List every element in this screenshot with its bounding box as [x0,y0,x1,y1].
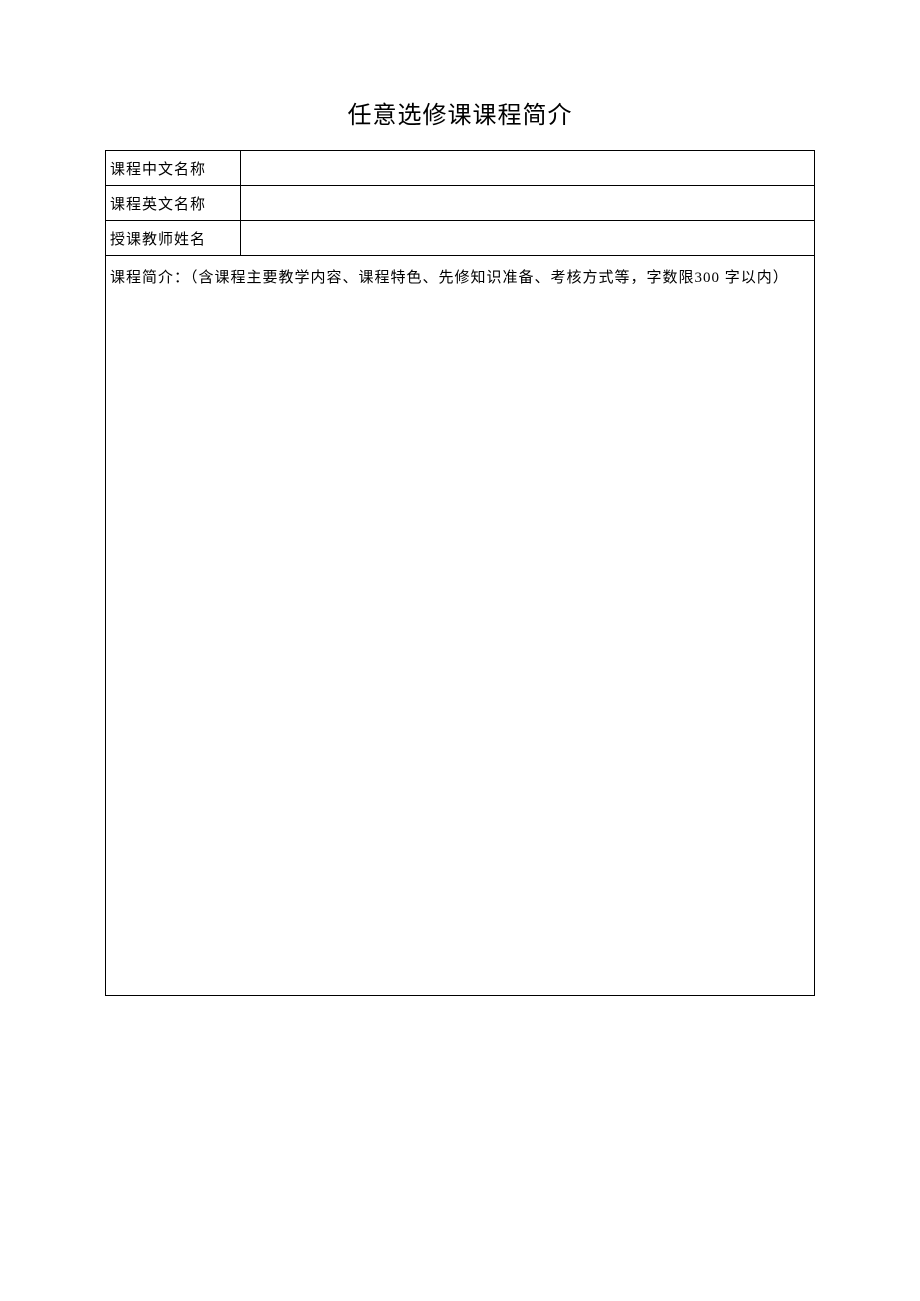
value-chinese-name[interactable] [241,151,815,186]
row-teacher-name: 授课教师姓名 [106,221,815,256]
row-description: 课程简介：（含课程主要教学内容、课程特色、先修知识准备、考核方式等，字数限300… [106,256,815,996]
label-english-name: 课程英文名称 [106,186,241,221]
description-label: 课程简介：（含课程主要教学内容、课程特色、先修知识准备、考核方式等，字数限300… [110,270,789,286]
page-title: 任意选修课课程简介 [105,95,815,130]
value-teacher-name[interactable] [241,221,815,256]
label-chinese-name: 课程中文名称 [106,151,241,186]
course-form-table: 课程中文名称 课程英文名称 授课教师姓名 课程简介：（含课程主要教学内容、课程特… [105,150,815,996]
description-cell[interactable]: 课程简介：（含课程主要教学内容、课程特色、先修知识准备、考核方式等，字数限300… [106,256,815,996]
value-english-name[interactable] [241,186,815,221]
row-chinese-name: 课程中文名称 [106,151,815,186]
label-teacher-name: 授课教师姓名 [106,221,241,256]
page-container: 任意选修课课程简介 课程中文名称 课程英文名称 授课教师姓名 课程简介：（含课程… [0,0,920,996]
row-english-name: 课程英文名称 [106,186,815,221]
